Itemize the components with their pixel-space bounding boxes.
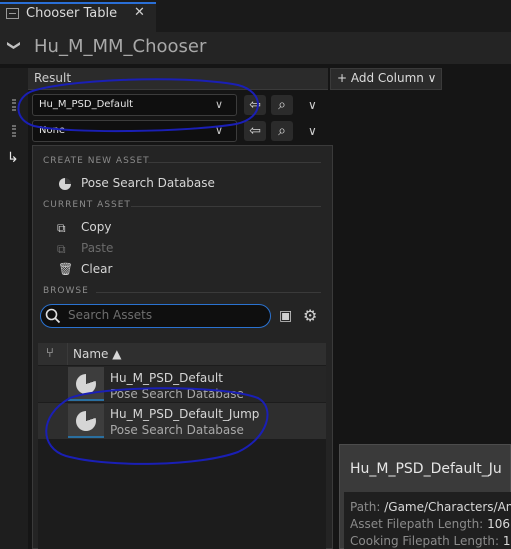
- menu-item-clear[interactable]: Clear: [81, 262, 112, 276]
- pie-icon: [76, 374, 96, 394]
- trash-icon: 🗑: [58, 262, 74, 276]
- combo-caret-icon: ∨: [215, 98, 224, 111]
- tooltip-asset-length-key: Asset Filepath Length:: [350, 517, 484, 531]
- tab-close-button[interactable]: ✕: [134, 5, 145, 20]
- tooltip-cooking-length-key: Cooking Filepath Length:: [350, 534, 499, 548]
- copy-icon: ⧉: [57, 221, 66, 235]
- section-divider: [148, 162, 321, 163]
- pie-icon: [59, 178, 71, 190]
- tooltip-path-key: Path:: [350, 500, 381, 514]
- column-divider: [67, 343, 68, 365]
- asset-type: Pose Search Database: [110, 387, 244, 401]
- tooltip-asset-length-value: 106 /: [487, 517, 511, 531]
- search-placeholder: Search Assets: [68, 308, 153, 322]
- tooltip-asset-length: Asset Filepath Length: 106 /: [350, 517, 511, 531]
- row-drag-handle[interactable]: [12, 99, 16, 111]
- result-column-header[interactable]: [28, 68, 328, 90]
- paste-icon: ⧉: [57, 242, 66, 256]
- asset-name: Hu_M_PSD_Default: [110, 371, 223, 385]
- row-drag-handle[interactable]: [12, 125, 16, 137]
- search-icon: [45, 308, 61, 324]
- section-browse: BROWSE: [43, 286, 89, 296]
- chooser-table-icon: [6, 8, 19, 19]
- tooltip-path-value: /Game/Characters/An: [384, 500, 511, 514]
- section-divider: [96, 292, 321, 293]
- collapse-chevron-icon[interactable]: ❯: [6, 40, 21, 51]
- tooltip-cooking-length-value: 151: [502, 534, 511, 548]
- use-selected-icon[interactable]: ⇦: [244, 121, 266, 141]
- browse-icon[interactable]: ⌕: [271, 95, 293, 115]
- browse-icon[interactable]: ⌕: [271, 121, 293, 141]
- result-asset-value: Hu_M_PSD_Default: [39, 99, 134, 110]
- section-create-new-asset: CREATE NEW ASSET: [43, 156, 150, 166]
- combo-caret-icon: ∨: [215, 124, 224, 137]
- row-expand-chevron-icon[interactable]: ∨: [308, 98, 317, 112]
- tooltip-path: Path: /Game/Characters/An: [350, 500, 511, 514]
- asset-thumbnail: [68, 404, 104, 438]
- gear-icon[interactable]: ⚙: [303, 306, 317, 325]
- result-asset-value: None: [39, 125, 66, 136]
- asset-thumbnail: [68, 367, 104, 401]
- menu-item-copy[interactable]: Copy: [81, 220, 111, 234]
- name-column-header[interactable]: Name ▲: [73, 347, 121, 361]
- asset-type: Pose Search Database: [110, 423, 244, 437]
- asset-name: Hu_M_PSD_Default_Jump: [110, 407, 260, 421]
- menu-item-pose-search-database[interactable]: Pose Search Database: [81, 176, 215, 190]
- row-expand-chevron-icon[interactable]: ∨: [308, 124, 317, 138]
- section-current-asset: CURRENT ASSET: [43, 200, 131, 210]
- pie-icon: [76, 411, 96, 431]
- tooltip-title: Hu_M_PSD_Default_Ju: [350, 461, 502, 477]
- folder-icon[interactable]: ▣: [279, 308, 292, 324]
- section-divider: [131, 206, 321, 207]
- branch-icon[interactable]: ⑂: [46, 346, 54, 361]
- tooltip-cooking-length: Cooking Filepath Length: 151: [350, 534, 511, 548]
- tab-title: Chooser Table: [26, 6, 118, 21]
- row-gutter: [0, 68, 28, 549]
- menu-item-paste: Paste: [81, 241, 114, 255]
- add-column-label: + Add Column ∨: [337, 71, 437, 85]
- fallback-arrow-icon: ↳: [7, 150, 19, 166]
- page-title: Hu_M_MM_Chooser: [34, 36, 207, 57]
- use-selected-icon[interactable]: ⇦: [244, 95, 266, 115]
- result-column-label: Result: [34, 71, 72, 85]
